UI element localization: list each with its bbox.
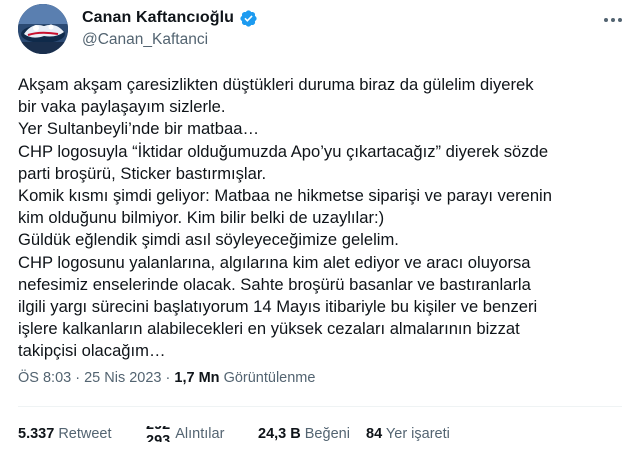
- views-count: 1,7 Mn: [174, 370, 220, 386]
- tweet-meta: ÖS 8:03 · 25 Nis 2023 · 1,7 Mn Görüntüle…: [18, 370, 315, 386]
- author-display-name[interactable]: Canan Kaftancıoğlu: [82, 9, 234, 27]
- tweet-text-line: Güldük eğlendik şimdi asıl söyleyeceğimi…: [18, 230, 399, 250]
- quotes-count: 293: [146, 433, 171, 442]
- verified-badge-icon[interactable]: [239, 9, 258, 28]
- tweet-text-line: Akşam akşam çaresizlikten düştükleri dur…: [18, 75, 534, 94]
- retweets-label: Retweet: [58, 426, 112, 442]
- tweet-text-line: nefesimiz enselerinde olacak. Sahte broş…: [18, 274, 531, 294]
- tweet-text: Akşam akşam çaresizlikten düştükleri dur…: [18, 74, 628, 363]
- retweets-stat[interactable]: 5.337 Retweet: [18, 426, 112, 442]
- more-horizontal-icon[interactable]: [600, 10, 626, 30]
- quotes-stat[interactable]: 292293 Alıntılar: [146, 426, 224, 442]
- tweet-text-line: takipçisi olacağım…: [18, 341, 166, 361]
- likes-stat[interactable]: 24,3 B Beğeni: [258, 426, 350, 442]
- tweet-date[interactable]: 25 Nis 2023: [84, 370, 161, 386]
- tweet-text-line: ilgili yargı sürecini başlatıyorum 14 Ma…: [18, 297, 538, 317]
- tweet-time[interactable]: ÖS 8:03: [18, 370, 71, 386]
- tweet-text-line: Yer Sultanbeyli’nde bir matbaa…: [18, 119, 260, 139]
- tweet-text-line: parti broşürü, Sticker bastırmışlar.: [18, 163, 267, 183]
- likes-count: 24,3 B: [258, 426, 301, 442]
- tweet-text-line: CHP logosuyla “İktidar olduğumuzda Apo’y…: [18, 141, 549, 161]
- tweet-text-line: işlere kalkanların alabilecekleri en yük…: [18, 319, 520, 339]
- author-block: Canan Kaftancıoğlu @Canan_Kaftanci: [82, 8, 258, 49]
- avatar[interactable]: [18, 4, 68, 54]
- quotes-label: Alıntılar: [175, 426, 225, 442]
- quotes-count-previous: 292: [146, 426, 170, 433]
- author-handle[interactable]: @Canan_Kaftanci: [82, 31, 258, 49]
- bookmarks-label: Yer işareti: [385, 426, 450, 442]
- retweets-count: 5.337: [18, 426, 55, 442]
- tweet-text-line: CHP logosunu yalanlarına, algılarına kim…: [18, 252, 531, 272]
- tweet-text-line: bir vaka paylaşayım sizlerle.: [18, 97, 226, 117]
- meta-separator: ·: [75, 370, 81, 386]
- tweet-card: Canan Kaftancıoğlu @Canan_Kaftanci Akşam…: [0, 0, 640, 456]
- avatar-image: [18, 4, 68, 54]
- tweet-text-line: kim olduğunu bilmiyor. Kim bilir belki d…: [18, 208, 385, 228]
- divider: [18, 406, 622, 407]
- tweet-text-line: Komik kısmı şimdi geliyor: Matbaa ne hik…: [18, 186, 552, 206]
- views-label: Görüntülenme: [223, 370, 316, 386]
- tweet-stats: 5.337 Retweet 292293 Alıntılar 24,3 B Be…: [18, 418, 628, 454]
- bookmarks-stat[interactable]: 84 Yer işareti: [366, 426, 450, 442]
- likes-label: Beğeni: [304, 426, 350, 442]
- quotes-count-roller: 292293: [146, 426, 172, 442]
- bookmarks-count: 84: [366, 426, 383, 442]
- meta-separator: ·: [165, 370, 171, 386]
- author-name-row: Canan Kaftancıoğlu: [82, 8, 258, 28]
